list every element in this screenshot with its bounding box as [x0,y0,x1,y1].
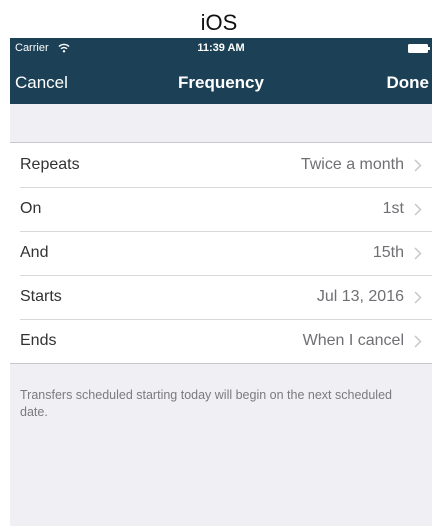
chevron-right-icon [414,247,422,260]
chevron-right-icon [414,291,422,304]
row-label: And [20,244,49,261]
chevron-right-icon [414,203,422,216]
row-value: 15th [372,244,404,261]
row-repeats[interactable]: Repeats Twice a month [10,143,432,187]
row-label: Starts [20,288,62,305]
row-value: Twice a month [300,156,404,173]
row-value: 1st [382,200,404,217]
row-label: Ends [20,332,57,349]
frequency-settings-list: Repeats Twice a month On 1st And 15th St… [10,142,432,364]
row-value: Jul 13, 2016 [316,288,404,305]
page-title: Frequency [178,73,264,92]
navigation-bar: Cancel Frequency Done [10,60,432,104]
chevron-right-icon [414,159,422,172]
done-button[interactable]: Done [387,73,430,93]
cancel-button[interactable]: Cancel [15,73,68,93]
row-label: On [20,200,42,217]
row-and[interactable]: And 15th [10,231,432,275]
row-value: When I cancel [302,332,404,349]
row-starts[interactable]: Starts Jul 13, 2016 [10,275,432,319]
platform-caption: iOS [200,10,238,35]
battery-icon [408,44,430,53]
status-bar: Carrier 11:39 AM [10,38,432,60]
phone-screen: Carrier 11:39 AM Cancel Frequency Done R… [10,38,432,526]
row-label: Repeats [20,156,80,173]
status-time: 11:39 AM [197,42,245,54]
row-ends[interactable]: Ends When I cancel [10,319,432,363]
row-on[interactable]: On 1st [10,187,432,231]
footer-note: Transfers scheduled starting today will … [20,388,392,419]
chevron-right-icon [414,335,422,348]
